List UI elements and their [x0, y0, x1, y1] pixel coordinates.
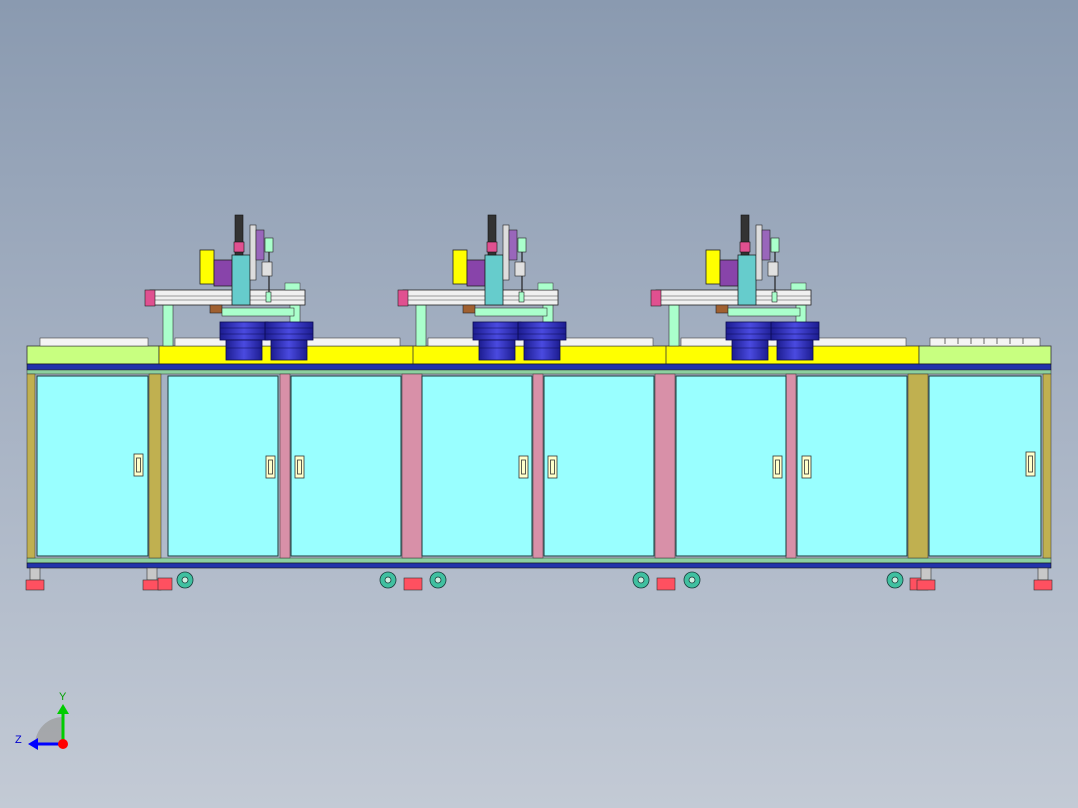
right-top-plate	[918, 345, 1052, 365]
door-panel	[796, 375, 908, 557]
door-panel	[928, 375, 1042, 557]
door-panel	[421, 375, 533, 557]
left-top-plate	[26, 345, 160, 365]
door-panel	[290, 375, 402, 557]
door-panel	[543, 375, 655, 557]
workstation-2	[397, 214, 567, 361]
gantry-beam	[149, 289, 306, 306]
machine-base	[25, 337, 1053, 591]
workstation	[144, 214, 314, 361]
cad-model-viewport[interactable]	[0, 0, 1078, 808]
workstation-3	[650, 214, 820, 361]
yellow-module	[199, 249, 215, 285]
lower-blue-rail	[26, 562, 1052, 569]
lower-green-rail	[26, 557, 1052, 564]
upper-blue-rail	[26, 363, 1052, 371]
vertical-axis	[231, 254, 251, 306]
door-panel	[36, 375, 149, 557]
door-panel	[675, 375, 787, 557]
door-panel	[167, 375, 279, 557]
casters	[176, 571, 904, 589]
